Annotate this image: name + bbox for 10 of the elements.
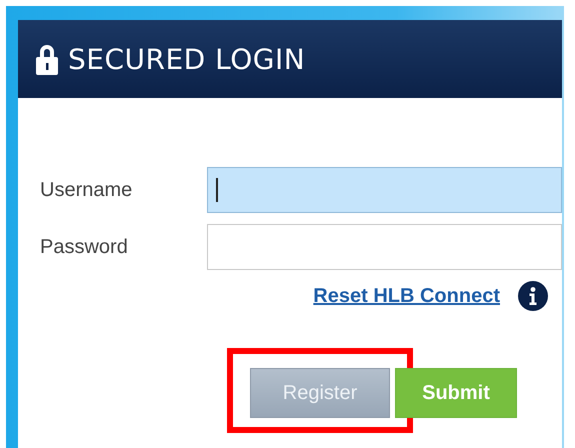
field-label: Username — [40, 178, 134, 202]
reset-link[interactable]: Reset HLB Connect — [313, 284, 500, 308]
lock-icon — [36, 43, 58, 75]
register-button[interactable]: Register — [250, 368, 390, 418]
info-icon[interactable] — [518, 281, 548, 311]
input-field[interactable] — [207, 167, 562, 213]
window-title: SECURED LOGIN — [68, 42, 306, 76]
field-label: Password — [40, 236, 129, 258]
input-field[interactable] — [207, 224, 562, 270]
submit-button[interactable]: Submit — [395, 368, 517, 418]
